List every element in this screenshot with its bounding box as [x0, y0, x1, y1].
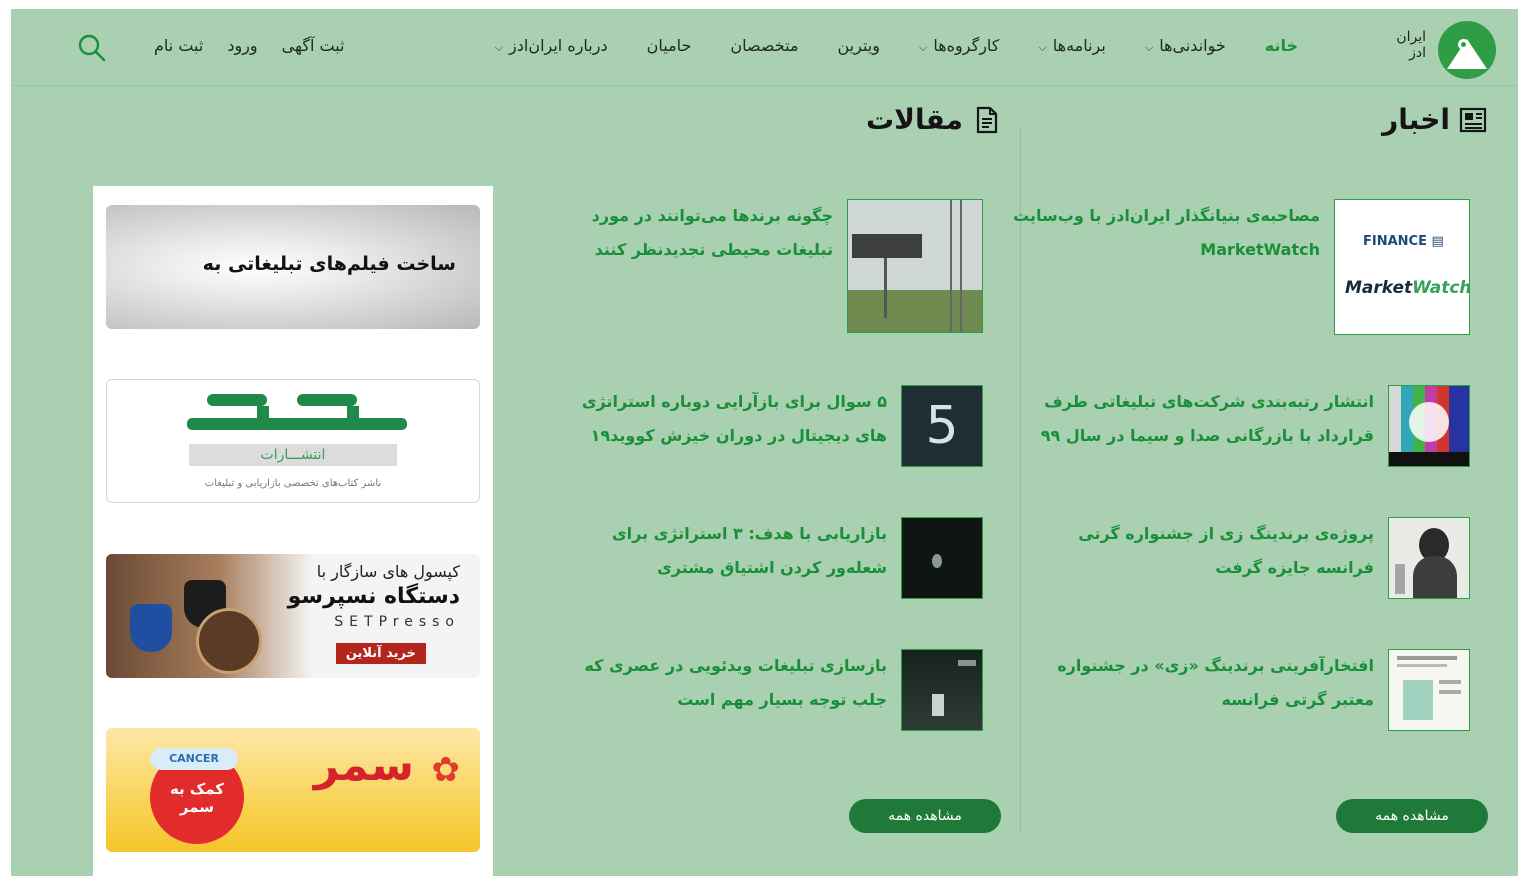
news-thumb: [1388, 517, 1470, 599]
login-link[interactable]: ورود: [227, 36, 257, 55]
article-thumb: [901, 517, 983, 599]
chevron-down-icon: ⌵: [1144, 41, 1154, 54]
publisher-logo: [187, 394, 407, 430]
document-icon: [976, 106, 998, 133]
news-item-title[interactable]: مصاحبه‌ی بنیانگذار ایران‌ادز با وب‌سایت …: [1010, 199, 1320, 267]
news-item[interactable]: انتشار رتبه‌بندی شرکت‌های تبلیغاتی طرف ق…: [1030, 385, 1470, 467]
ad-text: کپسول های سازگار با: [316, 562, 460, 581]
logo-text: ایران ادز: [1396, 29, 1426, 61]
main-nav: خانه خواندنی‌ها⌵ برنامه‌ها⌵ کارگروه‌ها⌵ …: [456, 36, 1298, 55]
buy-online-button[interactable]: خرید آنلاین: [335, 643, 426, 664]
articles-section-title: مقالات: [866, 103, 1001, 136]
article-item[interactable]: بازاریابی با هدف: ۳ استراتژی برای شعله‌و…: [563, 517, 983, 599]
nav-item-showcase[interactable]: ویترین: [838, 36, 880, 55]
news-section-title: اخبار: [1382, 103, 1488, 136]
article-item-title[interactable]: چگونه برندها می‌توانند در مورد تبلیغات م…: [553, 199, 833, 267]
news-view-all-button[interactable]: مشاهده همه: [1336, 799, 1488, 833]
article-item[interactable]: چگونه برندها می‌توانند در مورد تبلیغات م…: [553, 199, 983, 333]
ads-sidebar: ساخت فیلم‌های تبلیغاتی به انتشـــارات نا…: [93, 186, 493, 876]
publisher-caption: ناشر کتاب‌های تخصصی بازاریابی و تبلیغات: [204, 478, 382, 489]
nav-item-programs[interactable]: برنامه‌ها⌵: [1038, 36, 1105, 55]
heart-icon: ✿: [431, 750, 461, 790]
articles-title: مقالات: [866, 103, 963, 136]
news-item[interactable]: پروژه‌ی برندینگ زی از جشنواره گرتی فرانس…: [1030, 517, 1470, 599]
ad-banner-films[interactable]: ساخت فیلم‌های تبلیغاتی به: [106, 205, 480, 329]
top-border: [0, 0, 1518, 9]
articles-view-all-button[interactable]: مشاهده همه: [849, 799, 1001, 833]
site-header: ایران ادز خانه خواندنی‌ها⌵ برنامه‌ها⌵ کا…: [11, 9, 1518, 86]
news-item[interactable]: ▤ FINANCE MarketWatch مصاحبه‌ی بنیانگذار…: [1010, 199, 1470, 335]
chevron-down-icon: ⌵: [1038, 41, 1047, 54]
ad-text: SETPresso: [334, 614, 460, 630]
ad-banner-publisher[interactable]: انتشـــارات ناشر کتاب‌های تخصصی بازاریاب…: [106, 379, 480, 503]
nav-item-workgroups[interactable]: کارگروه‌ها⌵: [919, 36, 999, 55]
news-thumb: [1388, 649, 1470, 731]
logo-mark: [1438, 21, 1496, 79]
register-link[interactable]: ثبت نام: [154, 36, 203, 55]
article-thumb: [901, 649, 983, 731]
news-thumb: ▤ FINANCE MarketWatch: [1334, 199, 1470, 335]
news-item-title[interactable]: افتخارآفرینی برندینگ «زی» در جشنواره معت…: [1030, 649, 1374, 717]
news-thumb: [1388, 385, 1470, 467]
search-icon[interactable]: [77, 33, 107, 63]
post-ad-link[interactable]: ثبت آگهی: [282, 36, 345, 55]
ad-banner-capsules[interactable]: کپسول های سازگار با دستگاه نسپرسو SETPre…: [106, 554, 480, 678]
capsule-image: [130, 604, 172, 652]
article-item-title[interactable]: ۵ سوال برای بازآرایی دوباره استراتژی های…: [563, 385, 887, 453]
page-frame: ایران ادز خانه خواندنی‌ها⌵ برنامه‌ها⌵ کا…: [11, 9, 1518, 876]
newspaper-icon: [1459, 107, 1487, 132]
news-item[interactable]: افتخارآفرینی برندینگ «زی» در جشنواره معت…: [1030, 649, 1470, 731]
nav-item-home[interactable]: خانه: [1265, 36, 1298, 55]
ad-text: ساخت فیلم‌های تبلیغاتی به: [202, 253, 456, 275]
article-item[interactable]: بازسازی تبلیغات ویدئویی در عصری که جلب ت…: [563, 649, 983, 731]
samar-logo-text: سمر: [313, 740, 414, 791]
publisher-sub: انتشـــارات: [189, 444, 397, 466]
article-item[interactable]: 5 ۵ سوال برای بازآرایی دوباره استراتژی ه…: [563, 385, 983, 467]
article-item-title[interactable]: بازسازی تبلیغات ویدئویی در عصری که جلب ت…: [563, 649, 887, 717]
news-item-title[interactable]: پروژه‌ی برندینگ زی از جشنواره گرتی فرانس…: [1030, 517, 1374, 585]
chevron-down-icon: ⌵: [918, 41, 928, 54]
article-thumb: [847, 199, 983, 333]
nav-item-about[interactable]: درباره ایران‌ادز⌵: [495, 36, 608, 55]
nav-item-sponsors[interactable]: حامیان: [647, 36, 692, 55]
news-title: اخبار: [1382, 103, 1450, 136]
auth-links: ثبت آگهی ورود ثبت نام: [154, 36, 344, 55]
chevron-down-icon: ⌵: [494, 41, 504, 54]
article-item-title[interactable]: بازاریابی با هدف: ۳ استراتژی برای شعله‌و…: [563, 517, 887, 585]
nav-item-experts[interactable]: متخصصان: [730, 36, 798, 55]
ad-banner-samar[interactable]: کمک به سمر CANCER سمر ✿: [106, 728, 480, 852]
ad-text: دستگاه نسپرسو: [287, 584, 460, 609]
news-item-title[interactable]: انتشار رتبه‌بندی شرکت‌های تبلیغاتی طرف ق…: [1030, 385, 1374, 453]
nav-item-readings[interactable]: خواندنی‌ها⌵: [1145, 36, 1226, 55]
cancer-pill: CANCER: [150, 748, 238, 770]
coffee-image: [196, 608, 262, 674]
article-thumb: 5: [901, 385, 983, 467]
site-logo[interactable]: ایران ادز: [1386, 19, 1496, 79]
